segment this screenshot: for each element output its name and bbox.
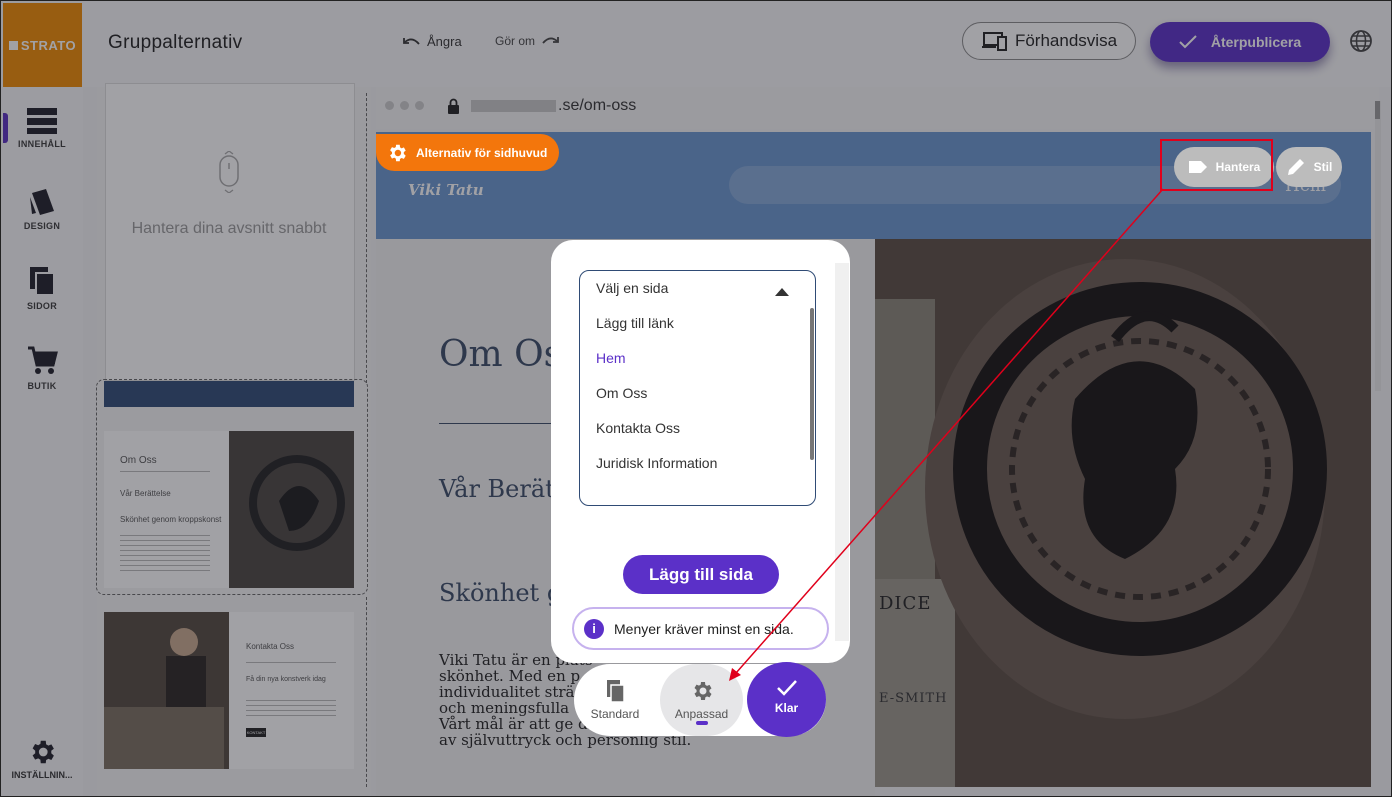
annotation-arrow bbox=[729, 188, 1164, 681]
app-window: STRATO INNEHÅLL DESIGN SIDOR BUTIK INSTÄ… bbox=[0, 0, 1392, 797]
